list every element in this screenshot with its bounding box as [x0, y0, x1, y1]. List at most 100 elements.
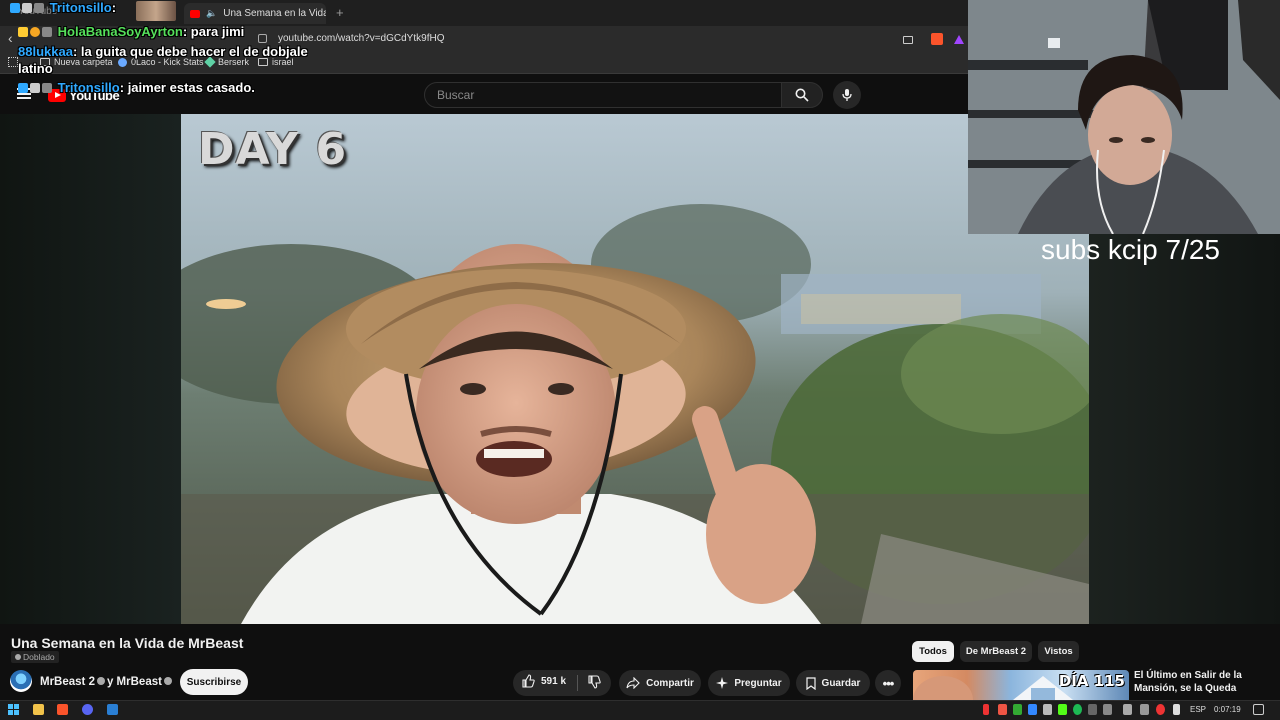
app-icon[interactable]	[107, 704, 118, 715]
share-label: Compartir	[646, 677, 694, 689]
notification-icon[interactable]	[1253, 704, 1264, 715]
tray-app-icon[interactable]	[1103, 704, 1112, 715]
ask-label: Preguntar	[734, 677, 782, 689]
video-title: Una Semana en la Vida de MrBeast	[11, 635, 244, 651]
tray-app-icon[interactable]	[1140, 704, 1149, 715]
subs-goal-overlay: subs kcip 7/25	[1041, 234, 1220, 265]
like-separator	[577, 675, 578, 691]
share-button[interactable]: Compartir	[619, 670, 701, 696]
video-letterbox-left	[0, 114, 181, 624]
chat-username: HolaBanaSoyAyrton	[57, 24, 183, 39]
new-tab-button[interactable]: +	[336, 5, 344, 20]
video-frame	[181, 114, 1089, 624]
url-input[interactable]: youtube.com/watch?v=dGCdYtk9fHQ	[270, 30, 890, 48]
tray-clock[interactable]: 0:07:19	[1214, 705, 1241, 714]
back-arrow-icon[interactable]: ‹	[8, 30, 13, 46]
chip-all[interactable]: Todos	[912, 641, 954, 662]
chat-badge-icon	[42, 83, 52, 93]
dislike-button[interactable]	[587, 675, 601, 694]
chat-username: 88lukkaa	[18, 44, 73, 59]
share-arrow-icon	[626, 677, 640, 689]
chat-badge-icon	[22, 3, 32, 13]
channel-avatar[interactable]	[10, 670, 32, 692]
sparkle-icon	[716, 677, 729, 689]
person-voice-icon	[15, 654, 21, 660]
save-button[interactable]: Guardar	[796, 670, 870, 696]
file-explorer-icon[interactable]	[33, 704, 44, 715]
channel-name[interactable]: MrBeast 2 y MrBeast	[40, 676, 174, 688]
chat-line-2: HolaBanaSoyAyrton: para jimi	[18, 24, 244, 39]
site-info-icon[interactable]	[258, 34, 267, 43]
brave-browser-icon[interactable]	[57, 704, 68, 715]
video-letterbox-right	[1089, 234, 1280, 624]
microphone-icon	[842, 89, 852, 101]
chat-line-4: Tritonsillo: jaimer estas casado.	[18, 80, 255, 95]
search-icon	[795, 88, 809, 102]
tray-language[interactable]: ESP	[1190, 705, 1206, 714]
tray-wifi-icon[interactable]	[1173, 704, 1180, 715]
like-button[interactable]: 591 k	[521, 674, 566, 688]
subscribe-button[interactable]: Suscribirse	[180, 669, 248, 695]
chat-message: : para jimi	[182, 24, 245, 39]
tab-title: Una Semana en la Vida de M	[223, 8, 326, 19]
chip-from-channel[interactable]: De MrBeast 2	[960, 641, 1032, 662]
video-day-overlay: DAY 6	[198, 124, 348, 175]
chat-username: Tritonsillo	[57, 80, 120, 95]
tray-app-icon[interactable]	[998, 704, 1007, 715]
chat-username: Tritonsillo	[49, 0, 112, 15]
chat-line-3-wrap: latino	[18, 61, 53, 76]
apps-grid-icon[interactable]	[8, 57, 18, 67]
youtube-favicon-icon	[190, 9, 200, 18]
chat-badge-icon	[42, 27, 52, 37]
channel-name-a: MrBeast 2	[40, 676, 95, 688]
recommendation-badge: DÍA 115	[1058, 672, 1125, 690]
tray-app-icon[interactable]	[1123, 704, 1132, 715]
brave-shield-icon[interactable]	[931, 33, 943, 45]
verified-icon	[96, 677, 105, 685]
more-actions-button[interactable]: •••	[875, 670, 901, 696]
dubbed-label: Doblado	[23, 652, 55, 662]
search-input[interactable]: Buscar	[424, 82, 782, 108]
chat-message: : la guita que debe hacer el de dobjale	[72, 44, 308, 59]
voice-search-button[interactable]	[833, 81, 861, 109]
chat-message: latino	[18, 61, 53, 76]
bookmark-icon	[805, 676, 816, 690]
tray-app-icon[interactable]	[1156, 704, 1165, 715]
thumbs-up-icon	[522, 674, 535, 688]
like-count: 591 k	[541, 675, 567, 687]
tab-active[interactable]: 🔈 Una Semana en la Vida de M ✕	[184, 3, 326, 24]
recommendation-thumbnail[interactable]: DÍA 115	[913, 670, 1129, 700]
webcam-image	[968, 0, 1280, 234]
chip-watched[interactable]: Vistos	[1038, 641, 1079, 662]
more-dots-icon: •••	[882, 675, 895, 691]
video-player[interactable]	[181, 114, 1089, 624]
speaker-icon: 🔈	[206, 8, 218, 18]
search-button[interactable]	[781, 82, 823, 108]
verified-icon	[163, 677, 172, 685]
cast-icon[interactable]	[903, 36, 913, 44]
tray-spotify-icon[interactable]	[1073, 704, 1082, 715]
tab-thumbnail	[136, 1, 176, 21]
tray-app-icon[interactable]	[1043, 704, 1052, 715]
discord-icon[interactable]	[82, 704, 93, 715]
chat-line-1: Tritonsillo:	[10, 0, 116, 15]
chat-message: : jaimer estas casado.	[119, 80, 255, 95]
chat-badge-icon	[30, 83, 40, 93]
rewards-icon[interactable]	[954, 35, 964, 44]
tray-app-icon[interactable]	[1088, 704, 1097, 715]
tray-app-icon[interactable]	[1013, 704, 1022, 715]
webcam-feed	[968, 0, 1280, 234]
tray-kick-icon[interactable]	[1058, 704, 1067, 715]
tray-app-icon[interactable]	[1028, 704, 1037, 715]
chat-badge-icon	[10, 3, 20, 13]
thumbs-down-icon	[588, 675, 601, 689]
ask-button[interactable]: Preguntar	[708, 670, 790, 696]
chat-line-3: 88lukkaa: la guita que debe hacer el de …	[18, 44, 308, 59]
chat-colon: :	[111, 0, 117, 15]
save-label: Guardar	[821, 677, 861, 689]
recommendation-title[interactable]: El Último en Salir de la Mansión, se la …	[1134, 669, 1274, 695]
folder-icon	[258, 58, 268, 66]
chat-badge-icon	[34, 3, 44, 13]
tray-mic-icon[interactable]	[983, 704, 989, 715]
windows-start-icon[interactable]	[8, 704, 19, 715]
